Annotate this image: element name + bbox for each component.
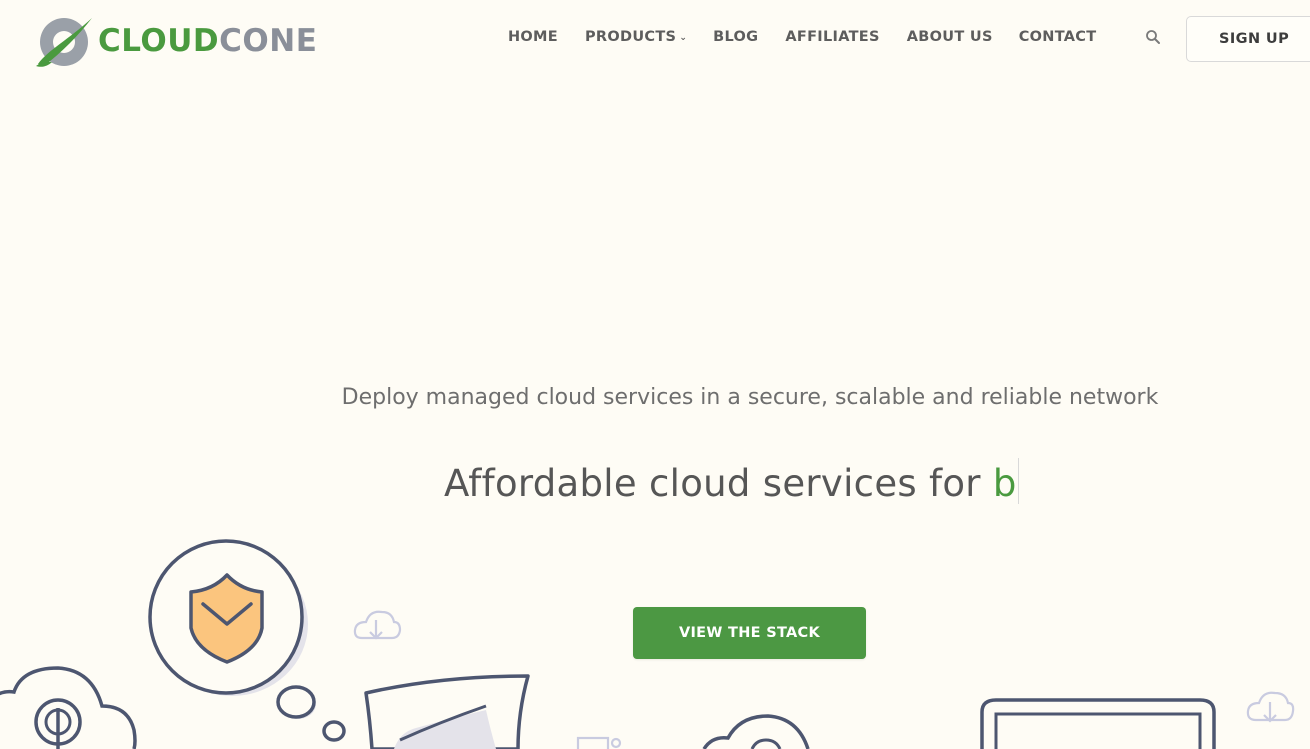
logo[interactable]: CLOUDCONE — [34, 12, 317, 70]
cloud-power-icon — [0, 666, 137, 749]
sign-up-button[interactable]: SIGN UP — [1186, 16, 1310, 62]
monitor-icon — [980, 698, 1216, 749]
cloud-download-icon — [353, 610, 402, 640]
cloud-download-icon — [1246, 691, 1295, 723]
logo-wordmark: CLOUDCONE — [98, 22, 318, 59]
nav-item-label: ABOUT US — [906, 29, 993, 45]
nav-item-products[interactable]: PRODUCTS ⌄ — [585, 29, 687, 45]
nav-item-label: AFFILIATES — [785, 29, 880, 45]
typing-caret — [1017, 458, 1019, 504]
main-nav: HOME PRODUCTS ⌄ BLOG AFFILIATES ABOUT US … — [508, 29, 1096, 45]
nav-item-blog[interactable]: BLOG — [713, 29, 758, 45]
nav-item-about-us[interactable]: ABOUT US — [907, 29, 993, 45]
nav-item-home[interactable]: HOME — [508, 29, 558, 45]
nav-item-contact[interactable]: CONTACT — [1019, 29, 1097, 45]
nav-item-label: CONTACT — [1018, 29, 1097, 45]
hero-tagline: Deploy managed cloud services in a secur… — [341, 385, 1159, 410]
cloud-icon — [702, 714, 810, 749]
view-the-stack-button[interactable]: VIEW THE STACK — [633, 607, 866, 659]
headline-static-text: Affordable cloud services for — [444, 462, 981, 505]
nav-item-label: PRODUCTS — [585, 29, 677, 45]
logo-text-cone: CONE — [219, 22, 318, 59]
cloudcone-logo-icon — [36, 18, 92, 67]
headline-typed-text: b — [992, 462, 1017, 505]
nav-item-label: BLOG — [713, 29, 759, 45]
chevron-down-icon: ⌄ — [679, 33, 688, 43]
document-icon — [364, 674, 530, 749]
chat-icon — [576, 736, 622, 749]
hero-headline: Affordable cloud services for b — [444, 458, 1019, 505]
logo-text-cloud: CLOUD — [98, 22, 220, 59]
search-icon[interactable] — [1145, 29, 1161, 45]
nav-item-affiliates[interactable]: AFFILIATES — [785, 29, 879, 45]
shield-bubble-icon — [148, 539, 346, 742]
nav-item-label: HOME — [508, 29, 558, 45]
